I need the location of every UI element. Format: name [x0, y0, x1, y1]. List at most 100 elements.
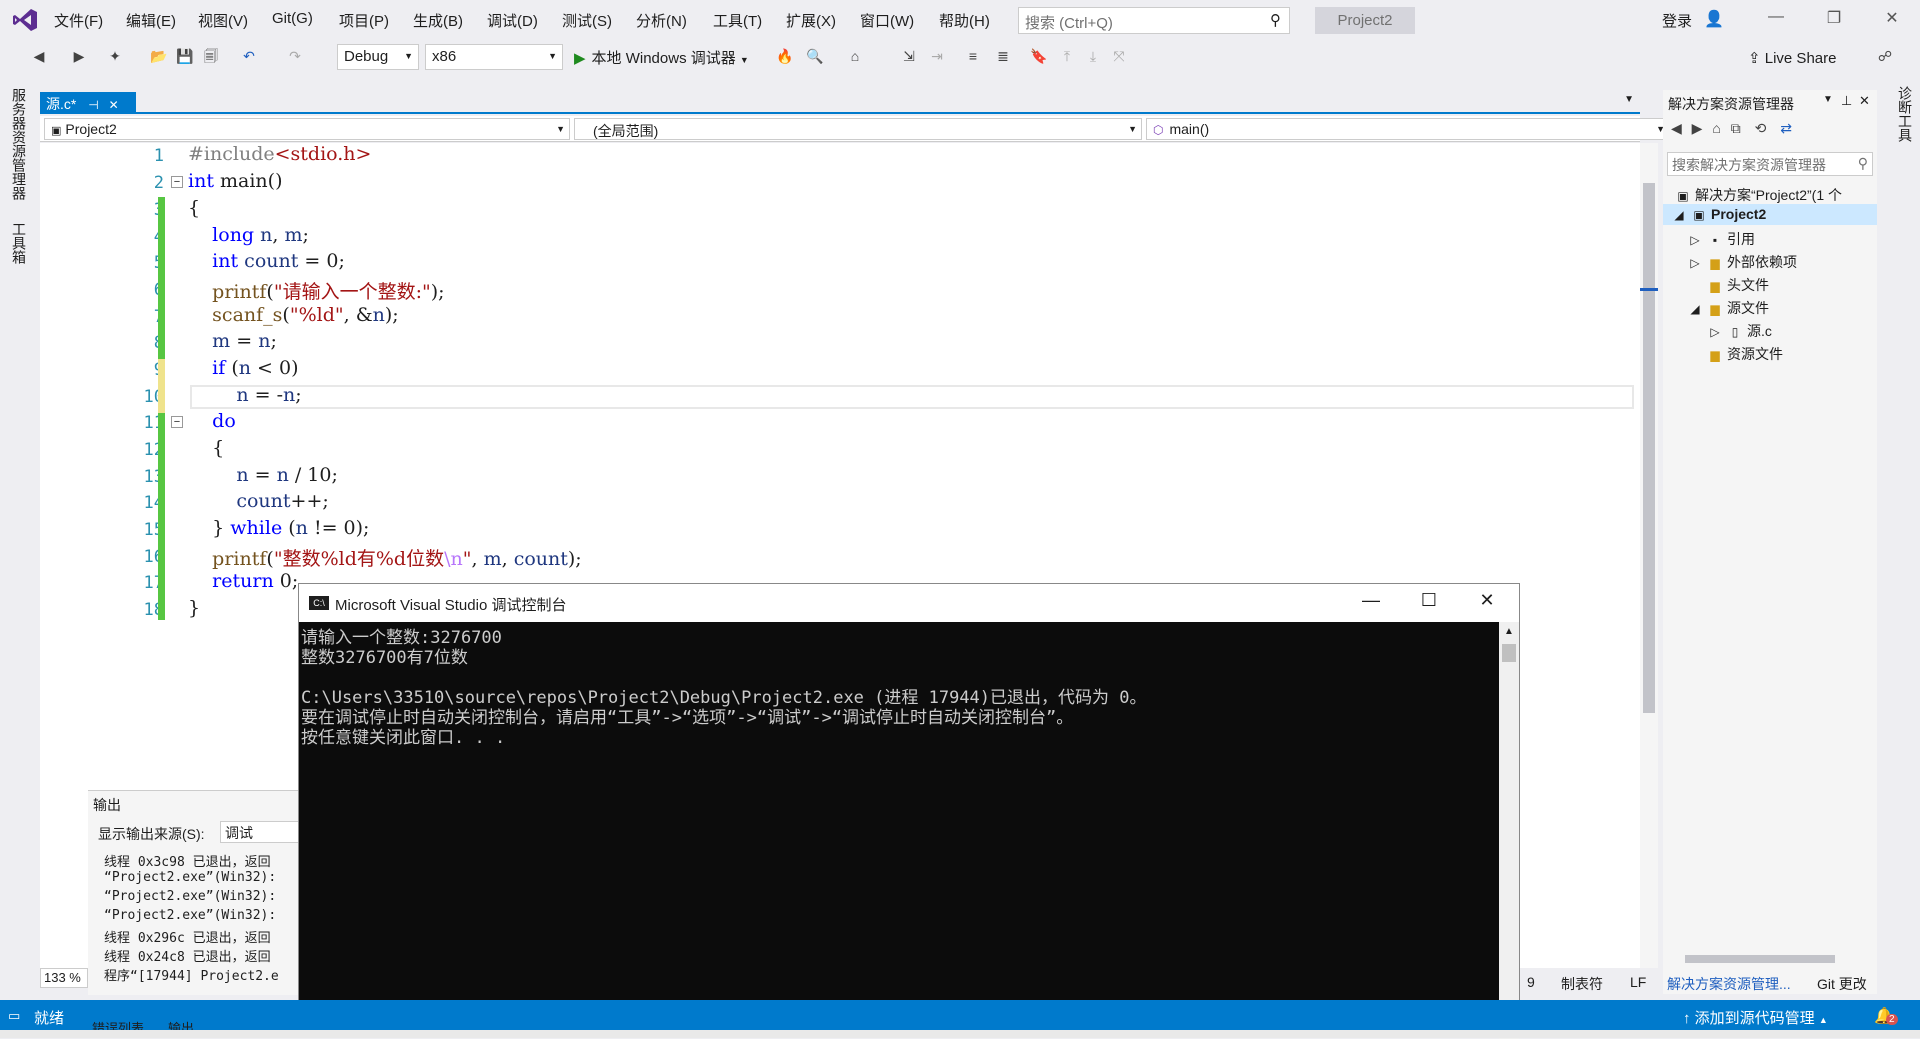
project-dropdown[interactable]: ▣ Project2 ▼ [44, 118, 570, 140]
minimize-icon[interactable]: — [1756, 8, 1796, 26]
redo-icon[interactable]: ↷ [286, 47, 304, 65]
menu-test[interactable]: 测试(S) [562, 10, 612, 31]
menu-view[interactable]: 视图(V) [198, 10, 248, 31]
next-bookmark-icon[interactable]: ⤓ [1084, 47, 1102, 65]
browser-link-icon[interactable]: ⌂ [846, 47, 864, 65]
home-icon[interactable]: ⌂ [1712, 120, 1720, 136]
console-minimize-icon[interactable]: — [1351, 590, 1391, 611]
scrollbar-thumb[interactable] [1502, 644, 1516, 662]
chevron-down-icon[interactable]: ▼ [1823, 94, 1833, 105]
indent-type[interactable]: 制表符 [1561, 974, 1603, 994]
menu-git[interactable]: Git(G) [272, 10, 313, 27]
visual-studio-logo-icon[interactable] [12, 8, 38, 32]
tree-project[interactable]: ◢ ▣ Project2 [1671, 206, 1766, 222]
tree-solution[interactable]: ▣ 解决方案“Project2”(1 个 [1675, 185, 1842, 205]
console-titlebar[interactable]: C:\ Microsoft Visual Studio 调试控制台 — ☐ ✕ [299, 584, 1519, 622]
back-icon[interactable]: ◀ [1671, 120, 1682, 136]
hot-reload-icon[interactable]: 🔥 [776, 47, 794, 65]
back-icon[interactable]: ◀ [30, 47, 48, 65]
zoom-level[interactable]: 133 % [40, 968, 88, 988]
config-select[interactable]: Debug ▼ [337, 44, 419, 70]
toolbox-tab[interactable]: 工具箱 [9, 222, 29, 264]
menu-extensions[interactable]: 扩展(X) [786, 10, 836, 31]
bookmark-icon[interactable]: 🔖 [1030, 47, 1048, 65]
forward-icon[interactable]: ▶ [70, 47, 88, 65]
tree-references[interactable]: ▷ ▪ 引用 [1687, 229, 1755, 249]
save-all-icon[interactable]: 🗐 [202, 47, 220, 65]
restore-icon[interactable]: ❐ [1814, 8, 1854, 28]
tab-git-changes[interactable]: Git 更改 [1817, 974, 1867, 994]
undo-icon[interactable]: ↶ [240, 47, 258, 65]
uncomment-icon[interactable]: ≣ [994, 47, 1012, 65]
menu-edit[interactable]: 编辑(E) [126, 10, 176, 31]
scrollbar-thumb[interactable] [1685, 955, 1835, 963]
step-over-icon[interactable]: ⇥ [928, 47, 946, 65]
console-maximize-icon[interactable]: ☐ [1409, 590, 1449, 611]
line-number: 17 [143, 573, 164, 593]
collapse-icon[interactable]: − [171, 416, 183, 428]
column-indicator[interactable]: 9 [1527, 974, 1535, 990]
feedback-icon[interactable]: ☍ [1876, 47, 1894, 65]
close-icon[interactable]: ✕ [1859, 93, 1870, 109]
close-icon[interactable]: ✕ [1872, 8, 1912, 28]
collapsed-icon: ▷ [1690, 233, 1700, 247]
tree-external-deps[interactable]: ▷ ▆ 外部依赖项 [1687, 252, 1797, 272]
horizontal-scrollbar[interactable] [1675, 951, 1875, 967]
scroll-up-icon[interactable]: ▲ [1504, 626, 1514, 637]
console-scrollbar[interactable]: ▲ [1499, 622, 1519, 1039]
server-explorer-tab[interactable]: 服务器资源管理器 [9, 88, 29, 200]
tab-solution-explorer[interactable]: 解决方案资源管理... [1667, 974, 1791, 994]
add-to-source-control-button[interactable]: ↑ 添加到源代码管理 ▲ [1683, 1007, 1828, 1028]
tree-source-c[interactable]: ▷ ▯ 源.c [1707, 321, 1772, 341]
start-debug-button[interactable]: ▶ 本地 Windows 调试器 ▼ [574, 47, 749, 68]
diagnostic-tools-tab[interactable]: 诊断工具 [1895, 86, 1915, 142]
close-tab-icon[interactable]: ✕ [109, 98, 119, 112]
new-project-icon[interactable]: ✦ [106, 47, 124, 65]
function-dropdown[interactable]: ⬡ main() ▼ [1146, 118, 1670, 140]
comment-icon[interactable]: ≡ [964, 47, 982, 65]
tree-resource-files[interactable]: ▆ 资源文件 [1707, 344, 1783, 364]
pin-icon[interactable]: ⊥ [1841, 93, 1852, 109]
debug-console-window[interactable]: C:\ Microsoft Visual Studio 调试控制台 — ☐ ✕ … [298, 583, 1520, 1039]
pending-changes-icon[interactable]: ⟲ [1755, 120, 1767, 136]
account-icon[interactable]: 👤 [1704, 9, 1724, 29]
live-share-button[interactable]: ⇪ Live Share [1748, 49, 1836, 67]
collapse-icon[interactable]: − [171, 176, 183, 188]
scope-dropdown[interactable]: (全局范围) ▼ [574, 118, 1142, 140]
clear-bookmarks-icon[interactable]: ⤧ [1110, 47, 1128, 65]
pin-icon[interactable]: ⊣ [88, 98, 98, 112]
scrollbar-thumb[interactable] [1643, 183, 1655, 713]
menu-analyze[interactable]: 分析(N) [636, 10, 687, 31]
forward-icon[interactable]: ▶ [1692, 120, 1703, 136]
open-file-icon[interactable]: 📂 [150, 47, 168, 65]
tree-label: 外部依赖项 [1727, 254, 1797, 270]
tab-overflow-icon[interactable]: ▼ [1624, 94, 1634, 105]
console-output[interactable]: 请输入一个整数:3276700 整数3276700有7位数 C:\Users\3… [299, 622, 1498, 1039]
tab-source-c[interactable]: 源.c* ⊣ ✕ [40, 92, 136, 114]
menu-tools[interactable]: 工具(T) [713, 10, 762, 31]
save-icon[interactable]: 💾 [176, 47, 194, 65]
console-close-icon[interactable]: ✕ [1467, 590, 1507, 611]
code-line-6: printf("请输入一个整数:"); [212, 281, 445, 303]
line-ending[interactable]: LF [1630, 974, 1646, 990]
platform-select[interactable]: x86 ▼ [425, 44, 563, 70]
menu-window[interactable]: 窗口(W) [860, 10, 914, 31]
step-into-icon[interactable]: ⇲ [900, 47, 918, 65]
login-link[interactable]: 登录 [1662, 10, 1692, 31]
tree-source-files[interactable]: ◢ ▆ 源文件 [1687, 298, 1769, 318]
menu-file[interactable]: 文件(F) [54, 10, 103, 31]
sync-icon[interactable]: ⇄ [1780, 120, 1792, 136]
tree-header-files[interactable]: ▆ 头文件 [1707, 275, 1769, 295]
prev-bookmark-icon[interactable]: ⤒ [1058, 47, 1076, 65]
menu-build[interactable]: 生成(B) [413, 10, 463, 31]
output-source-select[interactable]: 调试 [220, 821, 310, 843]
menu-debug[interactable]: 调试(D) [487, 10, 538, 31]
solution-search-input[interactable]: 搜索解决方案资源管理器 ⚲ [1667, 152, 1873, 176]
find-in-files-icon[interactable]: 🔍 [806, 47, 824, 65]
switch-view-icon[interactable]: ⧉ [1731, 120, 1741, 136]
editor-scrollbar[interactable] [1640, 143, 1658, 968]
notification-icon[interactable]: 🔔 2 [1874, 1006, 1898, 1026]
menu-project[interactable]: 项目(P) [339, 10, 389, 31]
search-input[interactable]: 搜索 (Ctrl+Q) ⚲ [1018, 7, 1290, 34]
menu-help[interactable]: 帮助(H) [939, 10, 990, 31]
